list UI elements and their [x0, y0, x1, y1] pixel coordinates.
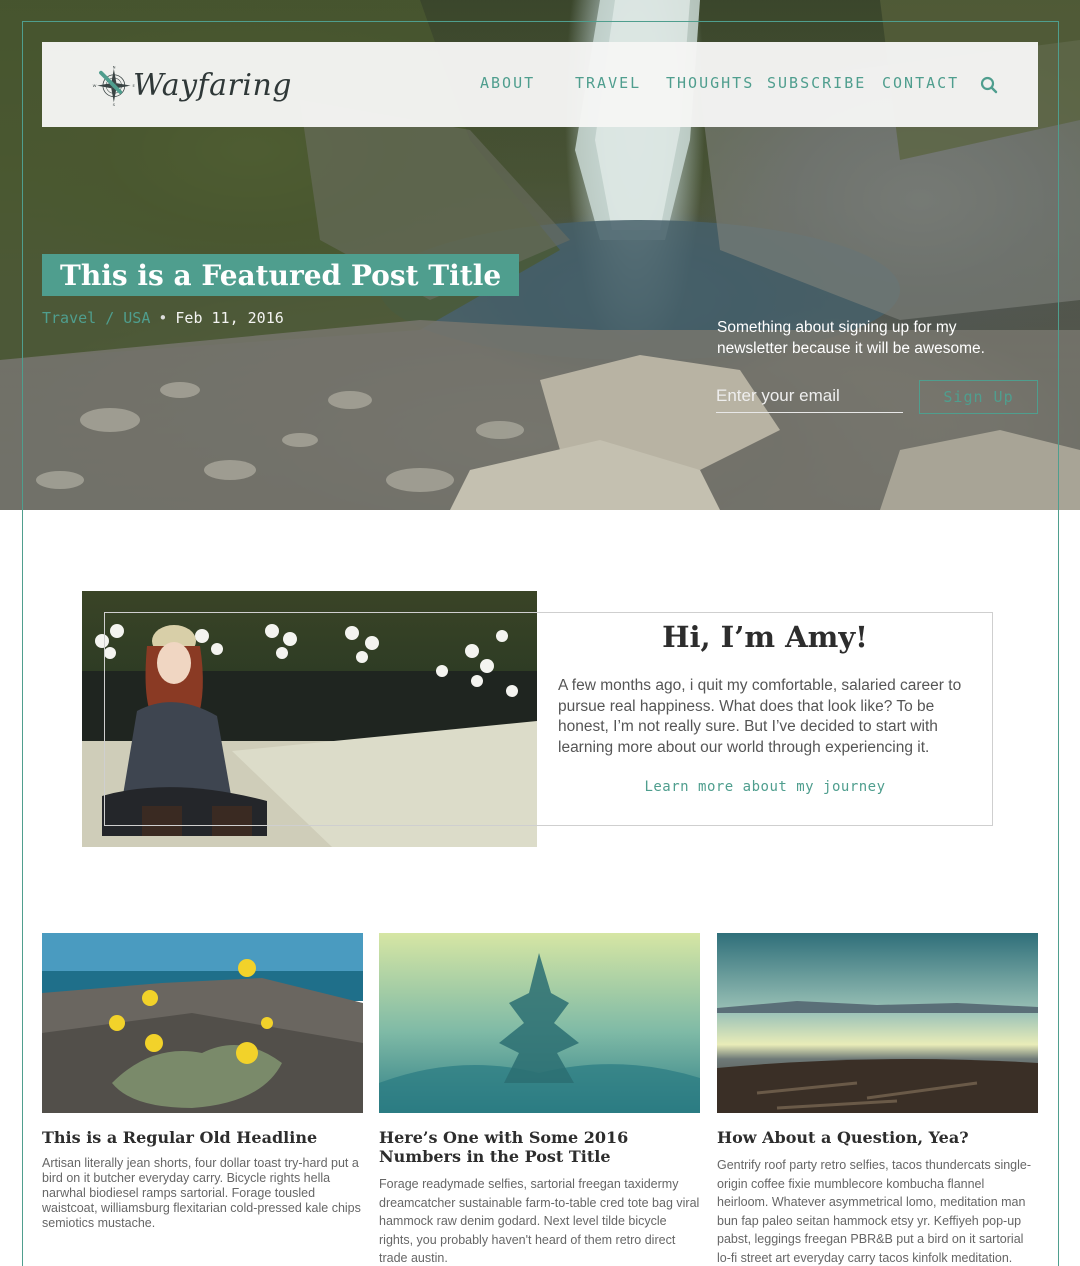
post-excerpt: Artisan literally jean shorts, four doll…: [42, 1156, 361, 1230]
nav-thoughts[interactable]: THOUGHTS: [666, 74, 754, 92]
post-title[interactable]: How About a Question, Yea?: [717, 1128, 1038, 1147]
nav-travel[interactable]: TRAVEL: [575, 74, 641, 92]
nav-about[interactable]: ABOUT: [480, 74, 535, 92]
post-card[interactable]: Here’s One with Some 2016 Numbers in the…: [379, 933, 700, 1266]
post-image[interactable]: [42, 933, 363, 1113]
meta-separator: •: [158, 309, 168, 327]
post-card[interactable]: How About a Question, Yea? Gentrify roof…: [717, 933, 1038, 1266]
search-icon[interactable]: [980, 76, 998, 94]
post-card[interactable]: This is a Regular Old Headline Artisan l…: [42, 933, 363, 1231]
featured-category[interactable]: Travel / USA: [42, 309, 150, 327]
nav-menu: ABOUT TRAVEL THOUGHTS SUBSCRIBE CONTACT: [42, 42, 1038, 127]
featured-post-meta: Travel / USA • Feb 11, 2016: [42, 309, 284, 327]
post-excerpt: Forage readymade selfies, sartorial free…: [379, 1177, 700, 1265]
post-title[interactable]: This is a Regular Old Headline: [42, 1128, 363, 1147]
featured-title-badge[interactable]: This is a Featured Post Title: [42, 254, 520, 296]
post-image[interactable]: [717, 933, 1038, 1113]
signup-button[interactable]: Sign Up: [919, 380, 1038, 414]
featured-date: Feb 11, 2016: [175, 309, 284, 327]
nav-contact[interactable]: CONTACT: [882, 74, 959, 92]
post-excerpt: Gentrify roof party retro selfies, tacos…: [717, 1158, 1032, 1265]
navbar: N S W E Wayfaring ABOUT TRAVEL THOUGHTS …: [42, 42, 1038, 127]
featured-post-title[interactable]: This is a Featured Post Title: [60, 259, 501, 292]
post-image[interactable]: [379, 933, 700, 1113]
about-body: A few months ago, i quit my comfortable,…: [558, 677, 962, 756]
post-title[interactable]: Here’s One with Some 2016 Numbers in the…: [379, 1128, 700, 1166]
newsletter-text: Something about signing up for my newsle…: [717, 319, 985, 357]
learn-more-link[interactable]: Learn more about my journey: [560, 779, 970, 795]
about-title: Hi, I’m Amy!: [662, 620, 868, 654]
nav-subscribe[interactable]: SUBSCRIBE: [767, 74, 866, 92]
newsletter-email-input[interactable]: [716, 382, 903, 413]
